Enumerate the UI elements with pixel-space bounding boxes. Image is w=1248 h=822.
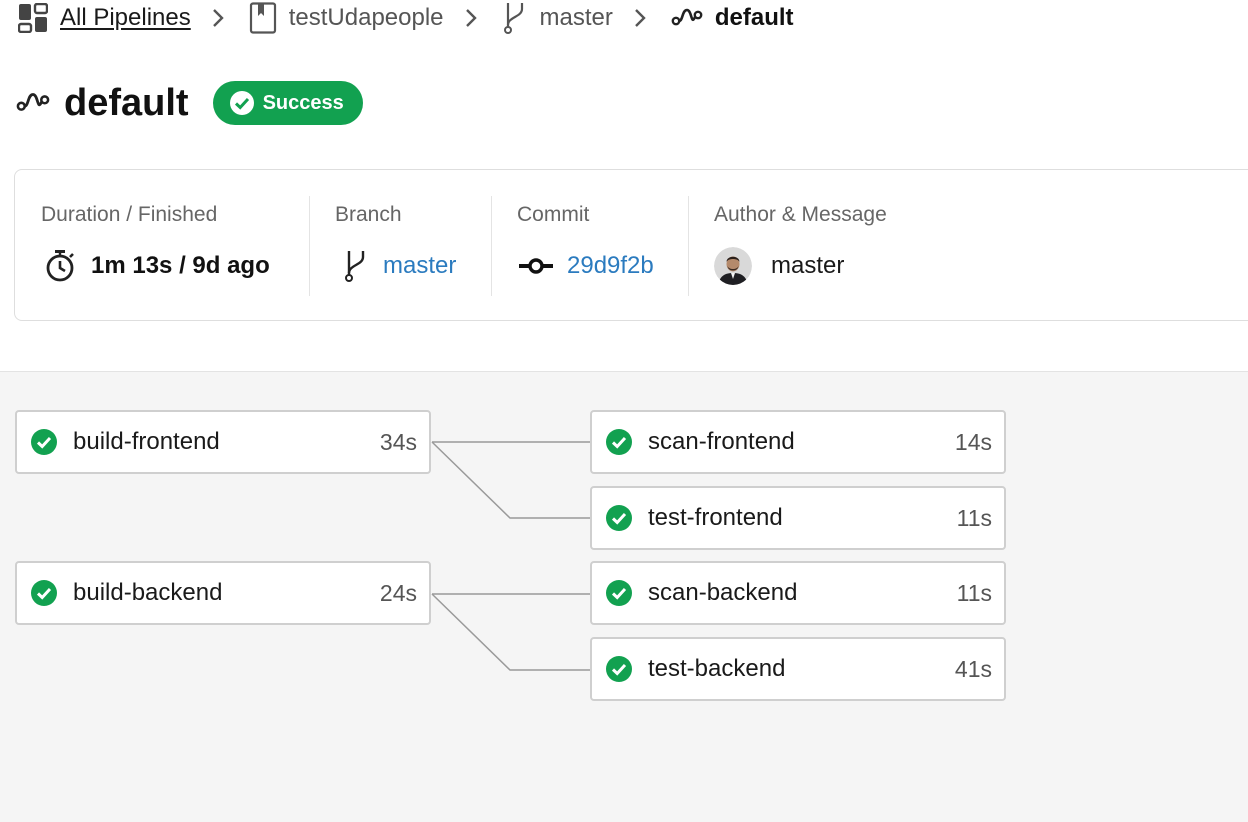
chevron-right-icon [211,8,225,28]
page-header: default Success [16,80,363,126]
success-check-icon [31,580,57,606]
job-duration: 41s [954,655,992,682]
chevron-right-icon [464,8,478,28]
commit-label: Commit [517,203,590,226]
breadcrumb-branch[interactable]: master [502,1,613,35]
divider [491,196,492,296]
avatar [714,247,752,285]
job-name: build-backend [73,579,223,606]
check-circle-icon [229,90,255,116]
commit-icon [519,256,553,276]
job-card-scan-frontend[interactable]: scan-frontend 14s [590,410,1006,474]
commit-value-row[interactable]: 29d9f2b [519,249,654,283]
edge-build-frontend-test-frontend [431,441,590,519]
branch-icon [343,248,369,284]
dashboard-icon [18,3,48,33]
workflow-summary-card: Duration / Finished 1m 13s / 9d ago Bran… [14,169,1248,321]
all-pipelines-link[interactable]: All Pipelines [60,4,191,32]
job-card-build-frontend[interactable]: build-frontend 34s [15,410,431,474]
breadcrumb-all-pipelines[interactable]: All Pipelines [18,3,191,33]
job-duration: 11s [956,579,992,606]
workflow-icon [16,90,50,116]
job-card-build-backend[interactable]: build-backend 24s [15,561,431,625]
duration-value-row: 1m 13s / 9d ago [43,249,270,283]
stopwatch-icon [43,249,77,283]
workflow-graph: build-frontend 34s scan-frontend 14s tes… [0,371,1248,822]
duration-value: 1m 13s / 9d ago [91,252,270,279]
commit-message: master [771,252,845,279]
branch-link[interactable]: master [383,252,456,280]
breadcrumb-project[interactable]: testUdapeople [249,2,444,34]
branch-value-row[interactable]: master [343,249,456,283]
page-title: default [64,81,189,124]
branch-link[interactable]: master [540,4,613,32]
status-label: Success [262,91,344,114]
author-value-row: master [714,247,845,285]
success-check-icon [606,656,632,682]
project-link[interactable]: testUdapeople [289,4,444,32]
divider [688,196,689,296]
breadcrumb: All Pipelines testUdapeople master defau… [18,0,794,36]
workflow-current: default [714,4,794,31]
job-duration: 24s [379,579,417,606]
breadcrumb-workflow: default [671,4,794,32]
success-check-icon [606,580,632,606]
commit-link[interactable]: 29d9f2b [567,252,654,280]
job-name: scan-backend [648,579,798,606]
job-duration: 11s [956,504,992,531]
job-name: build-frontend [73,428,220,455]
success-check-icon [606,505,632,531]
edge-build-backend-test-backend [431,593,590,671]
job-card-test-backend[interactable]: test-backend 41s [590,637,1006,701]
chevron-right-icon [633,8,647,28]
job-card-test-frontend[interactable]: test-frontend 11s [590,486,1006,550]
job-duration: 34s [379,428,417,455]
duration-label: Duration / Finished [41,203,218,226]
branch-icon [502,1,528,35]
success-check-icon [31,429,57,455]
job-name: test-backend [648,655,786,682]
job-card-scan-backend[interactable]: scan-backend 11s [590,561,1006,625]
job-duration: 14s [954,428,992,455]
success-check-icon [606,429,632,455]
author-label: Author & Message [714,203,887,226]
status-badge: Success [212,81,363,125]
divider [309,196,310,296]
repo-bookmark-icon [249,2,277,34]
job-name: test-frontend [648,504,783,531]
branch-label: Branch [335,203,402,226]
workflow-icon [671,6,703,30]
job-name: scan-frontend [648,428,795,455]
